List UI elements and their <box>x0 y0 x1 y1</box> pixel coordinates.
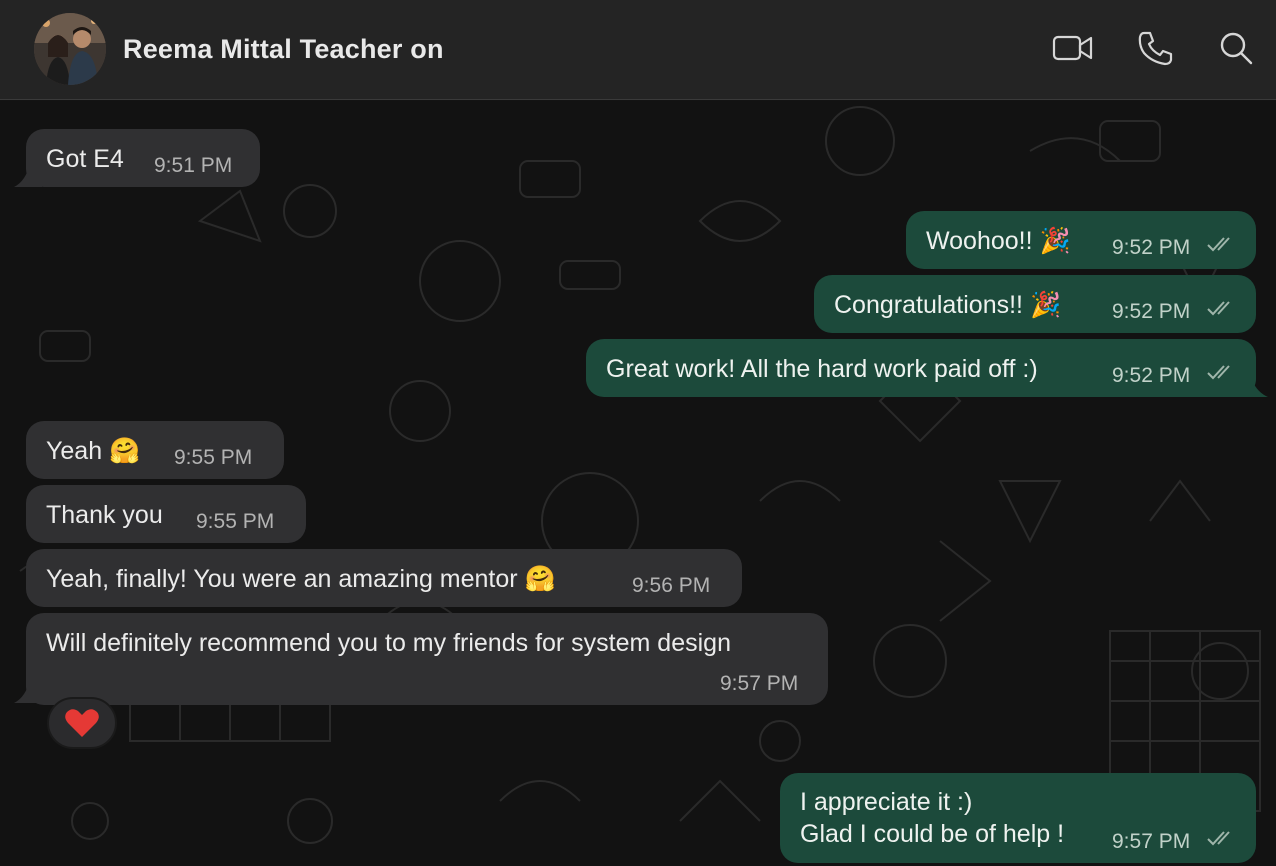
video-call-icon[interactable] <box>1051 26 1095 70</box>
message-bubble-incoming[interactable]: Got E4 9:51 PM <box>26 129 260 187</box>
message-text-line: Glad I could be of help ! <box>800 820 1065 848</box>
read-receipt-icon <box>1207 237 1230 252</box>
message-time: 9:52 PM <box>1112 364 1191 387</box>
message-bubble-incoming[interactable]: Yeah 🤗 9:55 PM <box>26 421 284 479</box>
message-bubble-outgoing[interactable]: Congratulations!! 🎉 9:52 PM <box>814 275 1256 333</box>
message-text: Great work! All the hard work paid off :… <box>606 355 1038 383</box>
read-receipt-icon <box>1207 831 1230 846</box>
message-bubble-outgoing[interactable]: I appreciate it :) Glad I could be of he… <box>780 773 1256 863</box>
message-text: Woohoo!! 🎉 <box>926 226 1071 255</box>
message-list[interactable]: Got E4 9:51 PM Woohoo!! 🎉 9:52 PM Congra… <box>0 101 1276 866</box>
message-time: 9:52 PM <box>1112 236 1191 259</box>
message-text: Thank you <box>46 501 163 529</box>
voice-call-icon[interactable] <box>1134 26 1178 70</box>
message-text: Got E4 <box>46 145 124 173</box>
hugging-face-emoji: 🤗 <box>109 436 141 465</box>
message-bubble-incoming[interactable]: Thank you 9:55 PM <box>26 485 306 543</box>
chat-header: Reema Mittal Teacher on <box>0 0 1276 100</box>
bubble-tail <box>1236 373 1268 397</box>
read-receipt-icon <box>1207 365 1230 380</box>
message-text: Yeah 🤗 <box>46 436 141 465</box>
party-popper-emoji: 🎉 <box>1039 226 1071 255</box>
message-bubble-outgoing[interactable]: Great work! All the hard work paid off :… <box>586 339 1256 397</box>
message-time: 9:56 PM <box>632 574 711 597</box>
message-time: 9:55 PM <box>174 446 253 469</box>
message-text: Will definitely recommend you to my frie… <box>46 629 731 657</box>
message-reaction[interactable] <box>47 697 117 749</box>
message-text: Yeah, finally! You were an amazing mento… <box>46 564 556 593</box>
party-popper-emoji: 🎉 <box>1029 290 1062 319</box>
message-time: 9:51 PM <box>154 154 233 177</box>
message-bubble-incoming[interactable]: Will definitely recommend you to my frie… <box>26 613 828 705</box>
bubble-tail <box>14 679 42 703</box>
contact-avatar[interactable] <box>34 13 106 85</box>
hugging-face-emoji: 🤗 <box>524 564 556 593</box>
read-receipt-icon <box>1207 301 1230 316</box>
message-time: 9:57 PM <box>720 672 799 695</box>
contact-name[interactable]: Reema Mittal Teacher on <box>123 34 444 65</box>
message-time: 9:55 PM <box>196 510 275 533</box>
message-bubble-outgoing[interactable]: Woohoo!! 🎉 9:52 PM <box>906 211 1256 269</box>
search-icon[interactable] <box>1214 26 1258 70</box>
message-bubble-incoming[interactable]: Yeah, finally! You were an amazing mento… <box>26 549 742 607</box>
message-time: 9:57 PM <box>1112 830 1191 853</box>
heart-reaction-icon <box>65 709 99 737</box>
bubble-tail <box>14 163 42 187</box>
message-text: Congratulations!! 🎉 <box>834 290 1062 319</box>
message-text-line: I appreciate it :) <box>800 788 973 816</box>
message-time: 9:52 PM <box>1112 300 1191 323</box>
